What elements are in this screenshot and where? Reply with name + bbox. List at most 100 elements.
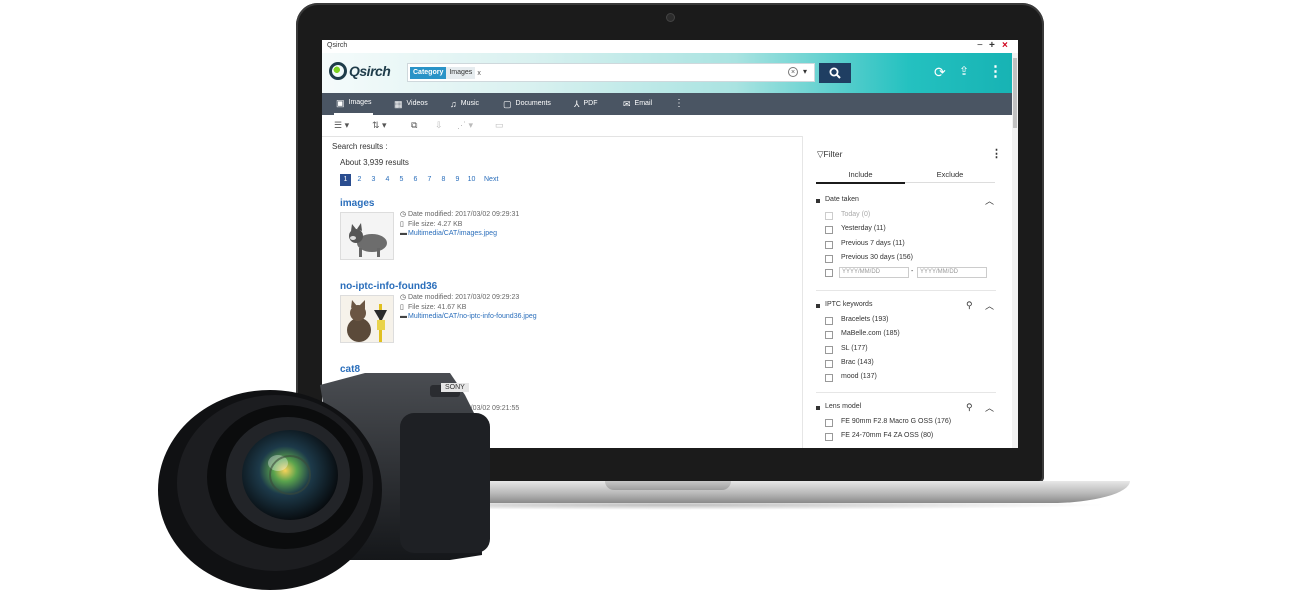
tab-documents[interactable]: ▢ Documents bbox=[503, 93, 551, 115]
search-dropdown-icon[interactable]: ▾ bbox=[803, 67, 807, 76]
checkbox[interactable] bbox=[825, 212, 833, 220]
folder-icon: ▬ bbox=[400, 230, 407, 237]
tab-images[interactable]: ▣ Images bbox=[334, 93, 374, 115]
section-header[interactable]: Date taken ︿ bbox=[816, 196, 996, 210]
file-size: File size: 4.27 KB bbox=[408, 220, 463, 228]
page-link[interactable]: 6 bbox=[410, 174, 421, 186]
option-label: Bracelets (193) bbox=[841, 316, 889, 323]
chip-remove-icon[interactable]: x bbox=[477, 70, 481, 77]
qsirch-logo[interactable]: Qsirch bbox=[329, 62, 397, 84]
share-icon[interactable]: ⋰ ▾ bbox=[457, 120, 473, 131]
page-link[interactable]: 7 bbox=[424, 174, 435, 186]
tab-videos[interactable]: ▦ Videos bbox=[394, 93, 428, 115]
page-link[interactable]: 1 bbox=[340, 174, 351, 186]
tab-label: Email bbox=[634, 100, 653, 107]
filter-option[interactable]: Brac (143) bbox=[816, 358, 996, 372]
envelope-icon: ✉ bbox=[623, 99, 631, 109]
filter-option[interactable]: Previous 30 days (156) bbox=[816, 253, 996, 267]
date-range-option[interactable]: YYYY/MM/DD - YYYY/MM/DD bbox=[816, 267, 996, 281]
file-path[interactable]: Multimedia/CAT/no-iptc-info-found36.jpeg bbox=[408, 313, 537, 320]
clear-search-icon[interactable]: × bbox=[788, 67, 798, 77]
select-icon[interactable]: ⧉ bbox=[411, 120, 417, 131]
date-from-input[interactable]: YYYY/MM/DD bbox=[839, 267, 909, 279]
page-link[interactable]: 9 bbox=[452, 174, 463, 186]
search-button[interactable] bbox=[819, 63, 851, 83]
result-thumbnail[interactable] bbox=[340, 295, 394, 343]
minimize-button[interactable]: − bbox=[977, 40, 983, 52]
tab-pdf[interactable]: ⅄ PDF bbox=[574, 93, 598, 115]
checkbox[interactable] bbox=[825, 254, 833, 263]
filter-section-date-taken: Date taken ︿ Today (0) Yesterday (11) Pr… bbox=[816, 196, 996, 281]
filter-option[interactable]: Yesterday (11) bbox=[816, 224, 996, 238]
tab-include[interactable]: Include bbox=[816, 170, 905, 184]
checkbox[interactable] bbox=[825, 226, 833, 235]
filter-section-lens: Lens model ⚲ ︿ FE 90mm F2.8 Macro G OSS … bbox=[816, 401, 996, 446]
checkbox[interactable] bbox=[825, 345, 833, 354]
checkbox[interactable] bbox=[825, 374, 833, 383]
checkbox[interactable] bbox=[825, 240, 833, 249]
scroll-thumb[interactable] bbox=[1013, 58, 1017, 128]
section-header[interactable]: IPTC keywords ⚲ ︿ bbox=[816, 299, 996, 315]
tab-label: Videos bbox=[406, 100, 428, 107]
next-page-link[interactable]: Next bbox=[484, 174, 498, 186]
page-link[interactable]: 4 bbox=[382, 174, 393, 186]
filter-label: Filter bbox=[823, 149, 843, 159]
upload-icon[interactable]: ⇪ bbox=[959, 64, 969, 78]
search-chip[interactable]: Category Images x bbox=[410, 67, 481, 79]
checkbox[interactable] bbox=[825, 317, 833, 325]
page-link[interactable]: 2 bbox=[354, 174, 365, 186]
page-link[interactable]: 3 bbox=[368, 174, 379, 186]
date-to-input[interactable]: YYYY/MM/DD bbox=[917, 267, 987, 279]
filter-option[interactable]: Bracelets (193) bbox=[816, 315, 996, 329]
checkbox[interactable] bbox=[825, 269, 833, 278]
checkbox[interactable] bbox=[825, 359, 833, 368]
more-icon[interactable]: ⋮ bbox=[988, 62, 1003, 80]
filter-option[interactable]: SL (177) bbox=[816, 344, 996, 358]
more-categories-icon[interactable]: ⋮ bbox=[674, 93, 684, 115]
search-input[interactable]: Category Images x × ▾ bbox=[407, 63, 815, 82]
list-view-icon[interactable]: ☰ ▾ bbox=[334, 120, 349, 131]
chevron-up-icon[interactable]: ︿ bbox=[985, 401, 994, 414]
tab-music[interactable]: ♫ Music bbox=[450, 93, 479, 115]
window-title: Qsirch bbox=[327, 42, 348, 49]
result-title[interactable]: images bbox=[340, 198, 374, 209]
scrollbar[interactable] bbox=[1012, 53, 1018, 448]
chevron-up-icon[interactable]: ︿ bbox=[985, 194, 994, 207]
date-dash: - bbox=[911, 268, 914, 276]
option-label: FE 90mm F2.8 Macro G OSS (176) bbox=[841, 418, 952, 425]
checkbox[interactable] bbox=[825, 331, 833, 340]
page-link[interactable]: 10 bbox=[466, 174, 477, 186]
close-button[interactable]: × bbox=[1002, 40, 1008, 52]
maximize-button[interactable]: + bbox=[989, 40, 995, 52]
music-note-icon: ♫ bbox=[450, 99, 457, 109]
bullet-icon bbox=[816, 304, 820, 308]
search-icon[interactable]: ⚲ bbox=[966, 300, 973, 311]
tab-exclude[interactable]: Exclude bbox=[905, 170, 995, 183]
file-path[interactable]: Multimedia/CAT/images.jpeg bbox=[408, 230, 497, 237]
cat-photo bbox=[341, 296, 393, 342]
filter-option[interactable]: FE 24-70mm F4 ZA OSS (80) bbox=[816, 431, 996, 445]
option-label: mood (137) bbox=[841, 373, 877, 381]
sort-icon[interactable]: ⇅ ▾ bbox=[372, 120, 387, 131]
filter-option[interactable]: Today (0) bbox=[816, 210, 996, 224]
section-header[interactable]: Lens model ⚲ ︿ bbox=[816, 401, 996, 417]
checkbox[interactable] bbox=[825, 419, 833, 427]
download-icon[interactable]: ⇩ bbox=[435, 120, 443, 131]
filter-option[interactable]: Previous 7 days (11) bbox=[816, 239, 996, 253]
tab-email[interactable]: ✉ Email bbox=[623, 93, 652, 115]
filter-more-icon[interactable]: ⋮ bbox=[991, 147, 1002, 160]
filter-option[interactable]: MaBelle.com (185) bbox=[816, 329, 996, 343]
bullet-icon bbox=[816, 199, 820, 203]
filter-option[interactable]: mood (137) bbox=[816, 372, 996, 386]
filter-option[interactable]: FE 90mm F2.8 Macro G OSS (176) bbox=[816, 417, 996, 431]
page-link[interactable]: 5 bbox=[396, 174, 407, 186]
folder-icon[interactable]: ▭ bbox=[495, 120, 504, 131]
result-thumbnail[interactable] bbox=[340, 212, 394, 260]
page-link[interactable]: 8 bbox=[438, 174, 449, 186]
result-title[interactable]: no-iptc-info-found36 bbox=[340, 281, 437, 292]
chevron-up-icon[interactable]: ︿ bbox=[985, 299, 994, 312]
checkbox[interactable] bbox=[825, 433, 833, 442]
refresh-icon[interactable]: ⟳ bbox=[934, 64, 946, 81]
file-icon: ▯ bbox=[400, 303, 404, 311]
search-icon[interactable]: ⚲ bbox=[966, 402, 973, 413]
